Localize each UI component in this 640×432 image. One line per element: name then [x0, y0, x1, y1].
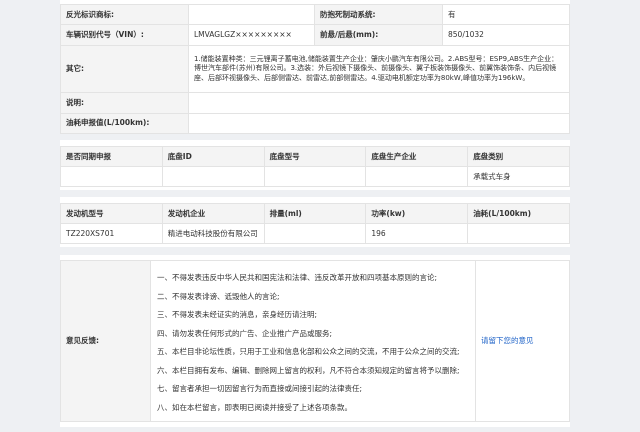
chassis-cell — [365, 166, 469, 187]
engine-cell: TZ220XS701 — [60, 223, 163, 244]
rule-item: 五、本栏目非论坛性质，只用于工业和信息化部和公众之间的交流，不用于公众之间的交流… — [157, 347, 460, 356]
spec-table: 反光标识商标: 防抱死制动系统: 有 车辆识别代号（VIN）: LMVAGLGZ… — [60, 3, 570, 134]
engine-header: 排量(ml) — [263, 203, 367, 224]
engine-header: 发动机型号 — [60, 203, 163, 224]
engine-data-row: TZ220XS701 精进电动科技股份有限公司 196 — [60, 223, 570, 244]
spec-row-fuel: 油耗申报值(L/100km): — [60, 112, 570, 134]
chassis-data-row: 承载式车身 — [60, 166, 570, 187]
spec-row-reflector: 反光标识商标: 防抱死制动系统: 有 — [60, 3, 570, 26]
chassis-header: 底盘型号 — [263, 146, 367, 167]
chassis-cell: 承载式车身 — [467, 166, 570, 187]
vin-value: LMVAGLGZ××××××××× — [188, 24, 315, 46]
feedback-label: 意见反馈: — [60, 260, 151, 422]
other-label: 其它: — [60, 44, 189, 94]
engine-header: 功率(kw) — [365, 203, 469, 224]
chassis-table: 是否同期申报 底盘ID 底盘型号 底盘生产企业 底盘类别 承载式车身 — [60, 146, 570, 187]
leave-feedback-link[interactable]: 请留下您的意见 — [481, 336, 534, 345]
feedback-table: 意见反馈: 一、不得发表违反中华人民共和国宪法和法律、违反改革开放和四项基本原则… — [60, 260, 570, 422]
engine-cell — [467, 223, 570, 244]
engine-cell: 精进电动科技股份有限公司 — [161, 223, 265, 244]
spec-panel: 反光标识商标: 防抱死制动系统: 有 车辆识别代号（VIN）: LMVAGLGZ… — [60, 0, 570, 134]
chassis-cell — [161, 166, 265, 187]
note-value — [188, 92, 570, 114]
fuel-value — [188, 112, 570, 134]
rule-item: 一、不得发表违反中华人民共和国宪法和法律、违反改革开放和四项基本原则的言论; — [157, 273, 438, 282]
chassis-header-row: 是否同期申报 底盘ID 底盘型号 底盘生产企业 底盘类别 — [60, 146, 570, 167]
feedback-link-cell: 请留下您的意见 — [475, 260, 570, 422]
reflector-value — [188, 3, 315, 26]
reflector-label: 反光标识商标: — [60, 3, 189, 26]
feedback-rules: 一、不得发表违反中华人民共和国宪法和法律、违反改革开放和四项基本原则的言论; 二… — [150, 260, 476, 422]
rule-item: 三、不得发表未经证实的消息，亲身经历请注明; — [157, 310, 318, 319]
engine-cell — [263, 223, 367, 244]
engine-header-row: 发动机型号 发动机企业 排量(ml) 功率(kw) 油耗(L/100km) — [60, 203, 570, 224]
vin-label: 车辆识别代号（VIN）: — [60, 24, 189, 46]
overhang-label: 前悬/后悬(mm): — [314, 24, 443, 46]
rule-item: 八、如在本栏留言，即表明已阅读并接受了上述各项条款。 — [157, 402, 352, 412]
engine-header: 发动机企业 — [161, 203, 265, 224]
chassis-header: 底盘ID — [161, 146, 265, 167]
rule-item: 四、请勿发表任何形式的广告、企业推广产品或服务; — [157, 328, 333, 338]
chassis-cell — [263, 166, 367, 187]
spec-row-note: 说明: — [60, 92, 570, 114]
chassis-cell — [60, 166, 163, 187]
fuel-label: 油耗申报值(L/100km): — [60, 112, 189, 134]
spec-row-vin: 车辆识别代号（VIN）: LMVAGLGZ××××××××× 前悬/后悬(mm)… — [60, 24, 570, 46]
engine-cell: 196 — [365, 223, 469, 244]
other-value: 1.储能装置种类：三元锂离子蓄电池,储能装置生产企业：肇庆小鹏汽车有限公司。2.… — [188, 44, 570, 94]
engine-panel: 发动机型号 发动机企业 排量(ml) 功率(kw) 油耗(L/100km) TZ… — [60, 197, 570, 247]
note-label: 说明: — [60, 92, 189, 114]
chassis-header: 是否同期申报 — [60, 146, 163, 167]
feedback-row: 意见反馈: 一、不得发表违反中华人民共和国宪法和法律、违反改革开放和四项基本原则… — [60, 260, 570, 422]
rule-item: 二、不得发表诽谤、诋毁他人的言论; — [157, 291, 280, 301]
feedback-panel: 意见反馈: 一、不得发表违反中华人民共和国宪法和法律、违反改革开放和四项基本原则… — [60, 255, 570, 427]
spec-row-other: 其它: 1.储能装置种类：三元锂离子蓄电池,储能装置生产企业：肇庆小鹏汽车有限公… — [60, 44, 570, 94]
chassis-header: 底盘生产企业 — [365, 146, 469, 167]
engine-header: 油耗(L/100km) — [467, 203, 570, 224]
abs-label: 防抱死制动系统: — [314, 3, 443, 26]
rule-item: 六、本栏目拥有发布、编辑、删除网上留言的权利，凡不符合本须知规定的留言将予以删除… — [157, 365, 460, 375]
chassis-panel: 是否同期申报 底盘ID 底盘型号 底盘生产企业 底盘类别 承载式车身 — [60, 140, 570, 190]
abs-value: 有 — [442, 3, 570, 26]
chassis-header: 底盘类别 — [467, 146, 570, 167]
rule-item: 七、留言者承担一切因留言行为而直接或间接引起的法律责任; — [157, 384, 363, 393]
overhang-value: 850/1032 — [442, 24, 570, 46]
engine-table: 发动机型号 发动机企业 排量(ml) 功率(kw) 油耗(L/100km) TZ… — [60, 203, 570, 244]
